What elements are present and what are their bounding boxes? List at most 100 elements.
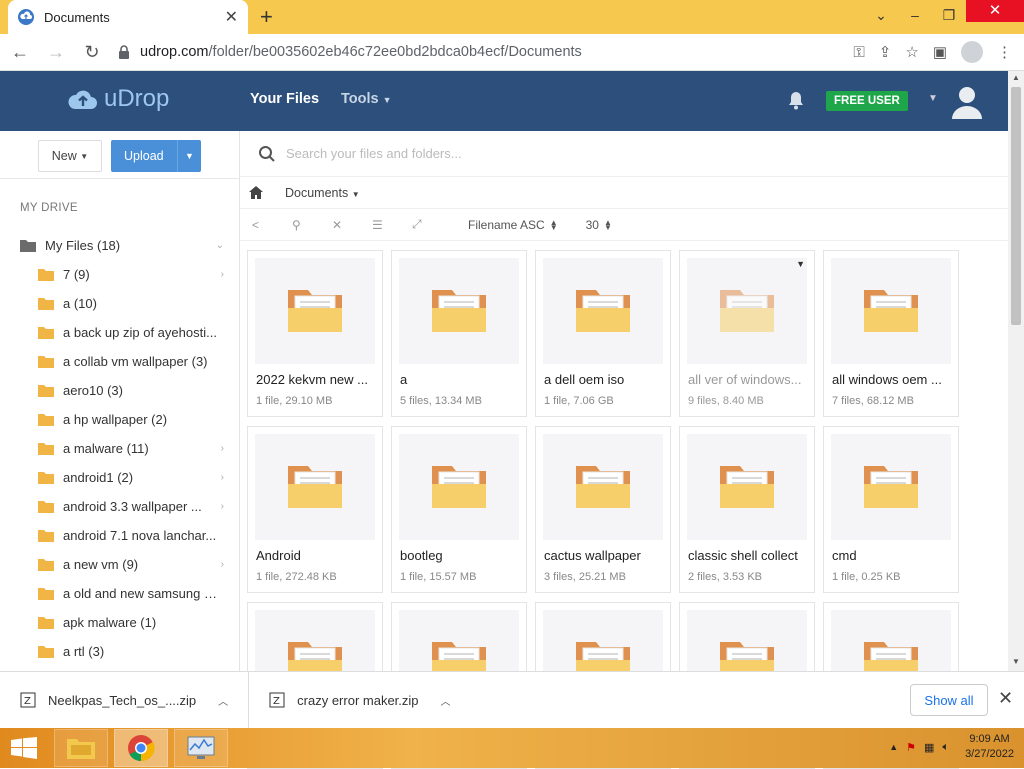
nav-tools[interactable]: Tools ▼: [341, 91, 392, 107]
chevron-right-icon[interactable]: ›: [221, 559, 224, 570]
folder-icon: [38, 501, 54, 513]
folder-card[interactable]: classic shell collect 2 files, 3.53 KB: [679, 426, 815, 593]
chevron-right-icon[interactable]: ›: [221, 501, 224, 512]
sidebar-folder-item[interactable]: android 7.1 nova lanchar...: [0, 521, 240, 550]
list-view-icon[interactable]: ☰: [372, 218, 412, 232]
sidebar-folder-item[interactable]: aero10 (3): [0, 376, 240, 405]
fullscreen-icon[interactable]: ⤢: [412, 217, 452, 232]
upload-button[interactable]: Upload ▼: [111, 140, 201, 172]
chevron-right-icon[interactable]: ›: [221, 472, 224, 483]
taskbar-chrome[interactable]: [114, 729, 168, 767]
folder-icon: [38, 617, 54, 629]
back-button[interactable]: ←: [4, 42, 36, 63]
home-icon[interactable]: [249, 186, 263, 199]
sidebar-folder-item[interactable]: a malware (11) ›: [0, 434, 240, 463]
new-tab-button[interactable]: +: [260, 4, 273, 30]
card-menu-caret-icon[interactable]: ▼: [796, 259, 805, 269]
scrollbar-thumb[interactable]: [1011, 87, 1021, 325]
action-center-icon[interactable]: ⚑: [906, 741, 916, 754]
folder-thumbnail: [255, 258, 375, 364]
per-page-select[interactable]: 30 ▲ ▼: [586, 218, 612, 232]
folder-meta: 1 file, 272.48 KB: [256, 571, 337, 583]
restore-button[interactable]: ❐: [932, 0, 966, 34]
folder-card[interactable]: all ver of windows... 9 files, 8.40 MB ▼: [679, 250, 815, 417]
folder-card[interactable]: 2022 kekvm new ... 1 file, 29.10 MB: [247, 250, 383, 417]
taskbar-explorer[interactable]: [54, 729, 108, 767]
show-all-button[interactable]: Show all: [910, 684, 988, 716]
share-icon[interactable]: <: [252, 218, 292, 232]
link-icon[interactable]: ⚲: [292, 218, 332, 232]
window-controls: ⌄ – ❐ ✕: [864, 0, 1024, 34]
user-menu-caret-icon[interactable]: ▼: [928, 93, 938, 104]
folder-icon: [720, 290, 774, 332]
sidebar-folder-item[interactable]: apk malware (1): [0, 608, 240, 637]
chevron-right-icon[interactable]: ›: [221, 269, 224, 280]
folder-card[interactable]: a 5 files, 13.34 MB: [391, 250, 527, 417]
clock[interactable]: 9:09 AM 3/27/2022: [965, 732, 1014, 762]
sidebar-folder-item[interactable]: 7 (9) ›: [0, 260, 240, 289]
profile-avatar-icon[interactable]: [961, 41, 983, 63]
page-scrollbar[interactable]: ▲ ▼: [1008, 71, 1024, 671]
sidebar-folder-item[interactable]: a collab vm wallpaper (3): [0, 347, 240, 376]
upload-dropdown-icon[interactable]: ▼: [177, 140, 201, 172]
lock-icon: [119, 45, 129, 59]
folder-card[interactable]: all windows oem ... 7 files, 68.12 MB: [823, 250, 959, 417]
sidebar-folder-item[interactable]: a old and new samsung d...: [0, 579, 240, 608]
volume-icon[interactable]: 🔈︎: [942, 741, 949, 754]
user-avatar-icon[interactable]: [951, 85, 983, 119]
side-panel-icon[interactable]: ▣: [933, 43, 947, 61]
nav-your-files[interactable]: Your Files: [250, 91, 319, 107]
free-user-badge[interactable]: FREE USER: [826, 91, 908, 111]
chevron-up-icon[interactable]: ︿: [218, 693, 228, 708]
sidebar-folder-item[interactable]: a rtl (3): [0, 637, 240, 666]
folder-thumbnail: [543, 434, 663, 540]
taskbar-monitor[interactable]: [174, 729, 228, 767]
sidebar-folder-item[interactable]: a back up zip of ayehosti...: [0, 318, 240, 347]
sidebar-folder-item[interactable]: a (10): [0, 289, 240, 318]
chevron-right-icon[interactable]: ›: [221, 443, 224, 454]
search-input[interactable]: [286, 146, 686, 161]
scroll-down-icon[interactable]: ▼: [1012, 657, 1020, 666]
udrop-logo[interactable]: uDrop: [68, 85, 169, 113]
reload-button[interactable]: ↻: [76, 42, 108, 63]
start-button[interactable]: [0, 728, 48, 768]
delete-icon[interactable]: ✕: [332, 218, 372, 232]
folder-thumbnail: [687, 434, 807, 540]
close-downloads-icon[interactable]: ✕: [998, 688, 1013, 709]
browser-toolbar: ⚿ ⇪ ☆ ▣ ⋮: [853, 41, 1012, 63]
tab-search-icon[interactable]: ⌄: [864, 0, 898, 34]
download-item[interactable]: Z crazy error maker.zip ︿: [249, 672, 470, 729]
tab-close-icon[interactable]: ✕: [225, 7, 238, 27]
url-field[interactable]: udrop.com/folder/be0035602eb46c72ee0bd2b…: [118, 37, 853, 67]
minimize-button[interactable]: –: [898, 0, 932, 34]
tree-root-my-files[interactable]: My Files (18) ⌄: [0, 231, 240, 260]
sidebar-folder-item[interactable]: a new vm (9) ›: [0, 550, 240, 579]
chevron-down-icon[interactable]: ⌄: [216, 240, 224, 251]
bookmark-star-icon[interactable]: ☆: [905, 43, 918, 61]
sidebar-folder-item[interactable]: a hp wallpaper (2): [0, 405, 240, 434]
breadcrumb-documents[interactable]: Documents ▼: [285, 186, 360, 200]
forward-button[interactable]: →: [40, 42, 72, 63]
scroll-up-icon[interactable]: ▲: [1012, 73, 1020, 82]
tray-expand-icon[interactable]: ▲: [889, 742, 898, 752]
folder-card[interactable]: cactus wallpaper 3 files, 25.21 MB: [535, 426, 671, 593]
folder-card[interactable]: Android 1 file, 272.48 KB: [247, 426, 383, 593]
bell-icon[interactable]: [786, 90, 806, 110]
folder-card[interactable]: cmd 1 file, 0.25 KB: [823, 426, 959, 593]
sidebar-folder-label: 7 (9): [63, 267, 90, 282]
folder-card[interactable]: bootleg 1 file, 15.57 MB: [391, 426, 527, 593]
share-icon[interactable]: ⇪: [879, 43, 892, 61]
key-icon[interactable]: ⚿: [853, 44, 864, 61]
window-close-button[interactable]: ✕: [966, 0, 1024, 22]
new-button[interactable]: New ▼: [38, 140, 102, 172]
browser-tab[interactable]: Documents ✕: [8, 0, 248, 34]
download-item[interactable]: Z Neelkpas_Tech_os_....zip ︿: [0, 671, 250, 729]
network-icon[interactable]: ▦: [924, 741, 934, 754]
folder-icon: [864, 466, 918, 508]
sidebar-folder-item[interactable]: android1 (2) ›: [0, 463, 240, 492]
sidebar-folder-item[interactable]: android 3.3 wallpaper ... ›: [0, 492, 240, 521]
chevron-up-icon[interactable]: ︿: [441, 693, 451, 708]
sort-select[interactable]: Filename ASC ▲ ▼: [468, 218, 558, 232]
menu-kebab-icon[interactable]: ⋮: [997, 43, 1012, 61]
folder-card[interactable]: a dell oem iso 1 file, 7.06 GB: [535, 250, 671, 417]
